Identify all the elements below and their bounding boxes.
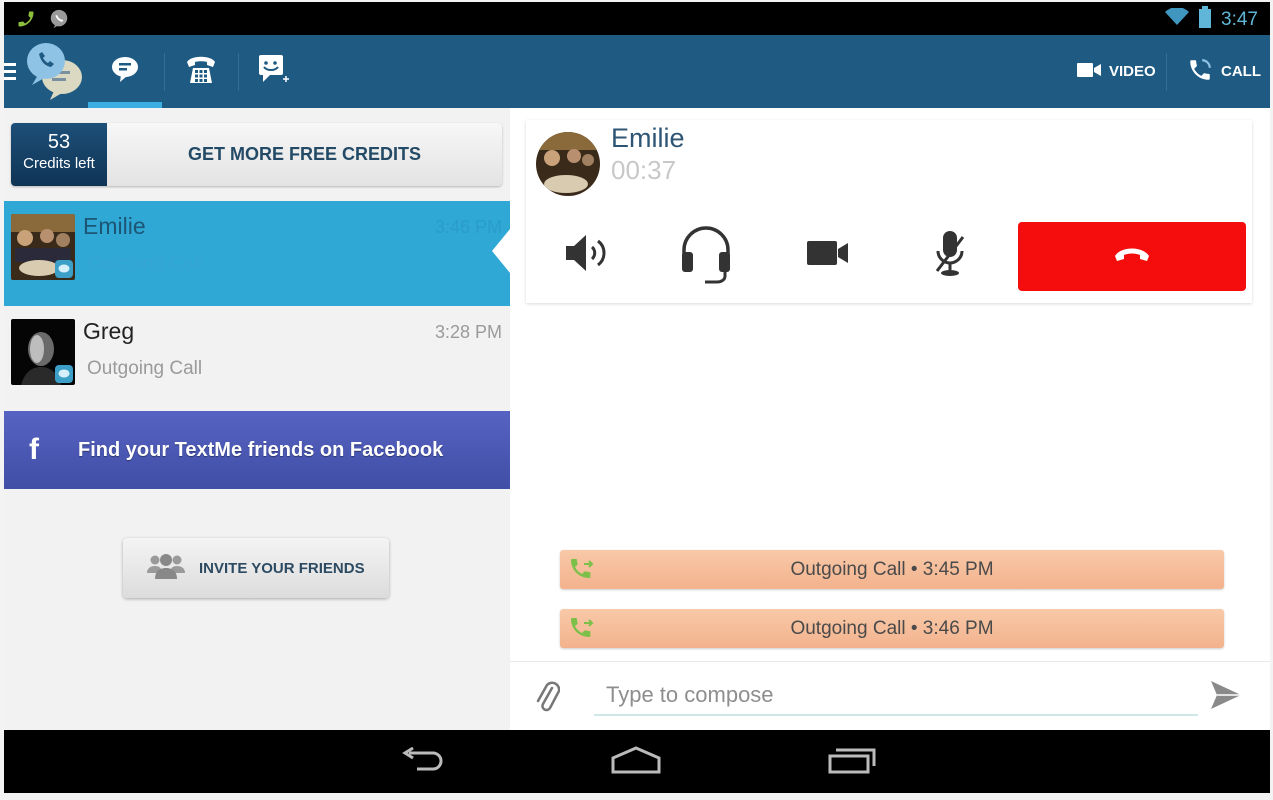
new-message-icon (258, 54, 292, 89)
call-log-item: Outgoing Call • 3:45 PM (560, 550, 1224, 589)
group-icon (147, 553, 185, 584)
phone-keypad-icon (185, 54, 217, 89)
chat-bubble-icon (111, 55, 139, 88)
recent-apps-icon (828, 746, 876, 779)
tab-new-message[interactable] (238, 35, 312, 108)
credits-label: Credits left (23, 155, 95, 172)
invite-label: INVITE YOUR FRIENDS (199, 559, 365, 577)
conversation-time: 3:28 PM (434, 322, 502, 342)
hang-up-icon (1113, 246, 1151, 267)
tab-messages[interactable] (88, 35, 162, 108)
conversation-item[interactable]: Greg 3:28 PM Outgoing Call (4, 306, 510, 411)
message-input[interactable] (594, 676, 1198, 716)
attach-icon[interactable] (534, 680, 561, 719)
phone-notification-icon (16, 9, 36, 34)
caller-avatar (536, 132, 600, 196)
back-button[interactable] (392, 742, 452, 782)
selected-indicator (492, 229, 510, 273)
composer-bar (510, 661, 1270, 730)
credits-count: 53 Credits left (11, 123, 107, 186)
call-log-text: Outgoing Call • 3:45 PM (790, 558, 994, 580)
home-button[interactable] (606, 742, 666, 782)
hamburger-menu-icon[interactable] (4, 63, 16, 84)
conversation-subtitle: Outgoing Call (87, 253, 203, 274)
back-icon (399, 746, 445, 778)
video-camera-icon (1077, 62, 1101, 82)
avatar (11, 214, 75, 280)
headset-button[interactable] (676, 225, 736, 285)
facebook-banner-text: Find your TextMe friends on Facebook (78, 438, 444, 461)
call-label: CALL (1221, 63, 1261, 80)
speaker-icon (562, 231, 610, 280)
outgoing-call-icon (570, 558, 596, 587)
speaker-button[interactable] (556, 225, 616, 285)
get-more-credits-button[interactable]: GET MORE FREE CREDITS (107, 123, 502, 186)
textme-badge-icon (55, 365, 73, 383)
video-camera-icon (807, 240, 849, 271)
call-timer: 00:37 (611, 155, 677, 185)
textme-badge-icon (55, 260, 73, 278)
conversation-item[interactable]: Emilie 3:46 PM Outgoing Call (4, 201, 510, 306)
chat-notification-icon (48, 8, 70, 35)
credits-number: 53 (47, 131, 71, 153)
clock: 3:47 (1221, 9, 1258, 30)
credits-banner[interactable]: 53 Credits left GET MORE FREE CREDITS (11, 123, 502, 186)
navigation-bar (4, 730, 1270, 793)
avatar (11, 319, 75, 385)
outgoing-call-icon (570, 617, 596, 646)
recent-apps-button[interactable] (822, 742, 882, 782)
call-log-item: Outgoing Call • 3:46 PM (560, 609, 1224, 648)
hang-up-button[interactable] (1018, 222, 1246, 291)
phone-call-icon (1187, 57, 1213, 87)
voice-call-button[interactable]: CALL (1187, 35, 1261, 108)
contact-name: Emilie (83, 213, 146, 239)
home-icon (611, 745, 661, 779)
action-bar: VIDEO CALL (4, 35, 1270, 108)
call-log-text: Outgoing Call • 3:46 PM (790, 617, 994, 639)
tab-dialer[interactable] (164, 35, 238, 108)
mute-mic-icon (933, 229, 967, 282)
battery-icon (1199, 6, 1212, 34)
mute-button[interactable] (920, 225, 980, 285)
video-label: VIDEO (1109, 63, 1156, 80)
facebook-friends-banner[interactable]: f Find your TextMe friends on Facebook (4, 411, 510, 489)
caller-name: Emilie (611, 123, 685, 153)
textme-logo-icon[interactable] (24, 39, 86, 101)
active-call-card: Emilie 00:37 (526, 120, 1252, 303)
conversation-subtitle: Outgoing Call (87, 358, 203, 379)
wifi-icon (1165, 7, 1190, 32)
conversation-pane: Emilie 00:37 Outgoing Call • 3:45 PM Out… (510, 108, 1270, 730)
conversation-list-pane: 53 Credits left GET MORE FREE CREDITS Em… (4, 108, 510, 730)
video-call-button[interactable]: VIDEO (1077, 35, 1156, 108)
video-toggle-button[interactable] (798, 225, 858, 285)
headset-icon (679, 222, 733, 289)
send-icon[interactable] (1210, 680, 1242, 715)
status-bar: 3:47 (4, 2, 1270, 35)
facebook-icon: f (29, 433, 39, 466)
action-divider (1166, 53, 1167, 91)
contact-name: Greg (83, 318, 135, 344)
invite-friends-button[interactable]: INVITE YOUR FRIENDS (123, 538, 389, 598)
